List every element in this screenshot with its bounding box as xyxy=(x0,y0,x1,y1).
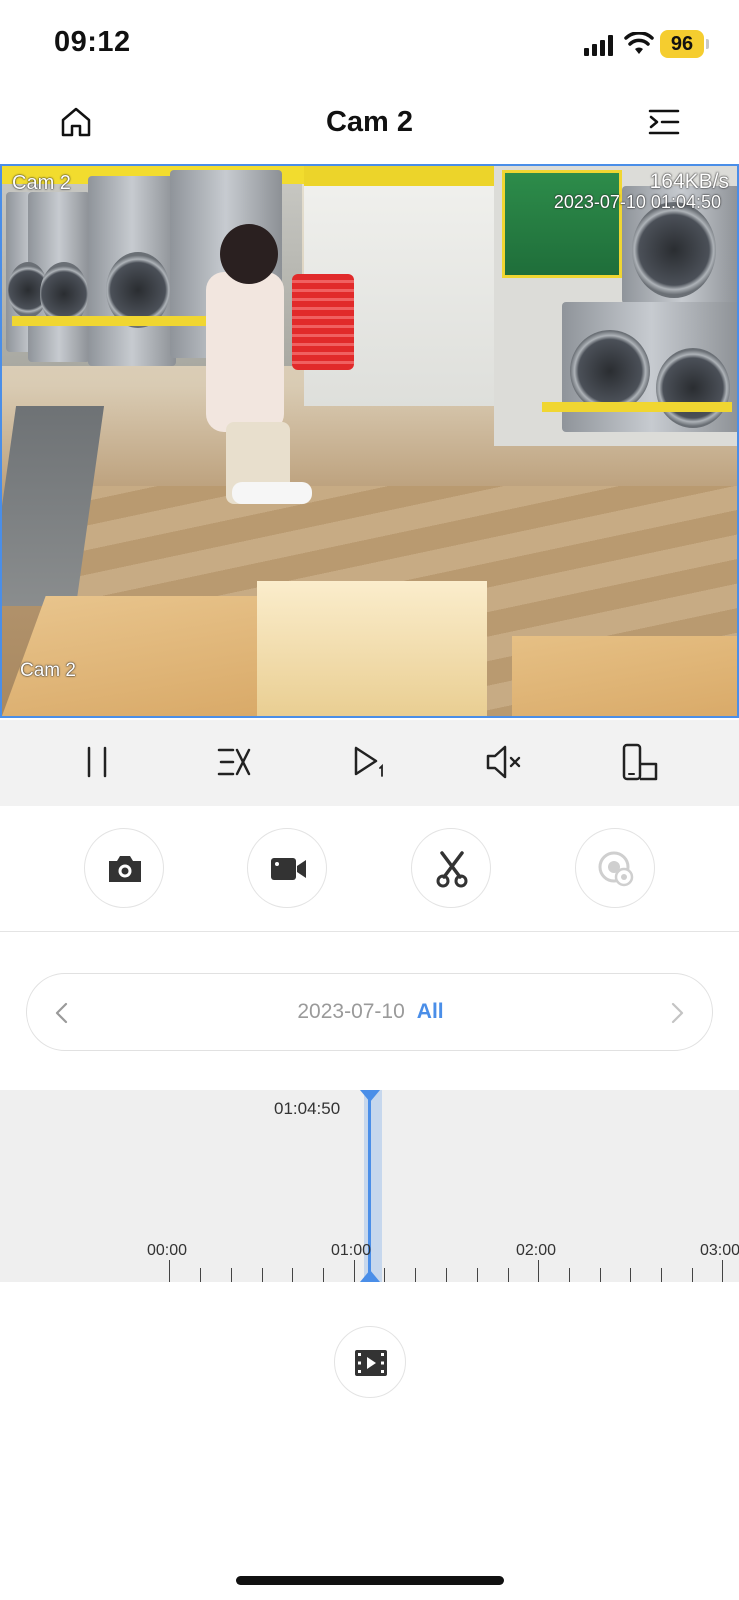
timeline-current-time: 01:04:50 xyxy=(274,1099,341,1118)
timeline-tick-label: 02:00 xyxy=(516,1242,557,1259)
remote-view-button[interactable] xyxy=(575,828,655,908)
timeline-tick xyxy=(323,1268,324,1282)
timeline-tick xyxy=(692,1268,693,1282)
chevron-right-icon[interactable] xyxy=(662,998,692,1028)
timeline-tick xyxy=(600,1268,601,1282)
speed-icon[interactable] xyxy=(213,742,253,782)
device-list-icon[interactable] xyxy=(648,106,680,138)
filter-all[interactable]: All xyxy=(417,1000,444,1023)
timeline-tick-label: 00:00 xyxy=(147,1242,188,1259)
orientation-icon[interactable] xyxy=(620,742,660,782)
video-bitrate: 164KB/s xyxy=(649,170,729,193)
video-scene-washer-door xyxy=(656,348,730,428)
playback-controls xyxy=(0,720,739,806)
video-scene-poster xyxy=(502,170,622,278)
mute-icon[interactable] xyxy=(484,742,524,782)
cellular-signal-icon xyxy=(584,35,613,56)
video-camera-name-bottom: Cam 2 xyxy=(20,660,76,681)
record-button[interactable] xyxy=(247,828,327,908)
video-timestamp: 2023-07-10 01:04:50 xyxy=(553,192,721,212)
page-title: Cam 2 xyxy=(325,106,414,138)
timeline-cursor-top-arrow xyxy=(360,1090,380,1102)
snapshot-button[interactable] xyxy=(84,828,164,908)
video-scene-person xyxy=(206,272,284,432)
video-player[interactable]: Cam 2 164KB/s 2023-07-10 01:04:50 Cam 2 xyxy=(0,164,739,718)
timeline-cursor-bottom-arrow xyxy=(360,1270,380,1282)
video-scene-washer-door xyxy=(632,202,716,298)
nav-bar: Cam 2 xyxy=(0,92,739,158)
battery-icon: 96 xyxy=(660,30,704,58)
action-buttons xyxy=(0,806,739,932)
timeline-tick xyxy=(384,1268,385,1282)
timeline-tick xyxy=(538,1260,539,1282)
video-scene-person-shoes xyxy=(232,482,312,504)
timeline-tick xyxy=(446,1268,447,1282)
timeline-tick xyxy=(292,1268,293,1282)
date-selector: 2023-07-10 All xyxy=(26,973,713,1051)
timeline-tick xyxy=(569,1268,570,1282)
video-scene-stripe xyxy=(542,402,732,412)
record-icon xyxy=(271,858,306,880)
home-indicator xyxy=(236,1576,504,1585)
timeline-tick xyxy=(354,1260,355,1282)
timeline-tick xyxy=(231,1268,232,1282)
video-scene-basket xyxy=(292,274,354,370)
wifi-icon xyxy=(624,32,654,54)
timeline-tick xyxy=(262,1268,263,1282)
date-label: 2023-07-10 All xyxy=(27,1000,714,1024)
clip-button[interactable] xyxy=(411,828,491,908)
timeline-tick xyxy=(508,1268,509,1282)
video-scene-washer-door xyxy=(570,330,650,412)
video-clip-list-button[interactable] xyxy=(334,1326,406,1398)
frame-step-icon[interactable] xyxy=(348,742,388,782)
video-scene-trim xyxy=(304,166,494,186)
status-time: 09:12 xyxy=(54,26,131,58)
timeline-tick-label: 01:00 xyxy=(331,1242,372,1259)
pause-icon[interactable] xyxy=(78,742,118,782)
timeline-tick-label: 03:00 xyxy=(700,1242,739,1259)
snapshot-icon xyxy=(109,856,141,882)
video-scene-bench xyxy=(512,636,737,716)
timeline-tick xyxy=(200,1268,201,1282)
remote-view-icon xyxy=(598,851,634,887)
timeline-tick xyxy=(722,1260,723,1282)
battery-tip xyxy=(706,39,709,49)
clip-icon xyxy=(436,851,468,888)
video-scene-person-head xyxy=(220,224,278,284)
timeline-tick xyxy=(630,1268,631,1282)
timeline-tick xyxy=(477,1268,478,1282)
video-scene-bench xyxy=(257,581,487,716)
video-camera-name: Cam 2 xyxy=(12,172,71,194)
status-bar: 09:12 96 xyxy=(0,0,739,90)
timeline-tick xyxy=(169,1260,170,1282)
playback-timeline[interactable]: 01:04:50 00:00 01:00 02:00 03:00 xyxy=(0,1090,739,1282)
timeline-tick xyxy=(661,1268,662,1282)
video-clip-list-icon xyxy=(355,1350,387,1376)
timeline-tick xyxy=(415,1268,416,1282)
selected-date[interactable]: 2023-07-10 xyxy=(297,1000,404,1023)
